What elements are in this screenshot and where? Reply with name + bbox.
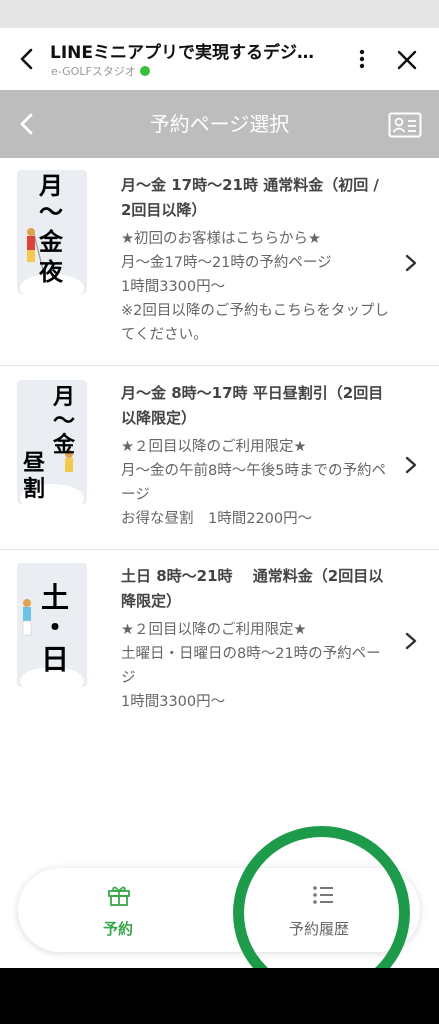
nav-back-icon[interactable] — [14, 109, 40, 139]
official-badge-icon — [139, 66, 150, 76]
thumb-char: ・ — [41, 611, 69, 644]
page-title: 予約ページ選択 — [149, 112, 290, 136]
item-description: ★初回のお客様はこちらから★ 月〜金17時〜21時の予約ページ 1時間3300円… — [121, 231, 389, 343]
item-heading: 月〜金 17時〜21時 通常料金（初回 / 2回目以降） — [121, 176, 379, 219]
system-bottom-bar — [0, 968, 439, 1024]
tab-reserve-label: 予約 — [102, 920, 133, 938]
miniapp-title: LINEミニアプリで実現するデジ… — [50, 43, 314, 63]
member-card-icon[interactable] — [388, 112, 422, 138]
thumb-char: 土 — [41, 581, 69, 614]
more-options-icon[interactable] — [350, 44, 374, 74]
thumb-char: 金 — [52, 432, 76, 458]
item-description: ★２回目以降のご利用限定★ 土曜日・日曜日の8時〜21時の予約ページ 1時間33… — [121, 622, 381, 710]
thumb-char: 割 — [23, 476, 45, 502]
item-text: 月〜金 8時〜17時 平日昼割引（2回目以降限定） ★２回目以降のご利用限定★ … — [121, 381, 391, 531]
thumb-char: 昼 — [23, 451, 46, 476]
item-heading: 土日 8時〜21時 通常料金（2回目以降限定） — [121, 567, 384, 610]
reservation-page-list: 月 〜 金 夜 月〜金 17時〜21時 通常料金（初回 / 2回目以降） ★初回… — [0, 158, 439, 740]
item-heading: 月〜金 8時〜17時 平日昼割引（2回目以降限定） — [121, 384, 384, 427]
item-text: 月〜金 17時〜21時 通常料金（初回 / 2回目以降） ★初回のお客様はこちら… — [121, 173, 391, 347]
status-bar — [0, 0, 439, 28]
list-item[interactable]: 月 〜 金 昼 割 月〜金 8時〜17時 平日昼割引（2回目以降限定） ★２回目… — [0, 366, 439, 550]
thumb-char: 金 — [38, 228, 64, 256]
close-icon[interactable] — [393, 46, 421, 74]
thumbnail-weekend: 土 ・ 日 — [17, 563, 87, 687]
miniapp-subtitle: e-GOLFスタジオ — [51, 63, 150, 79]
chevron-right-icon — [405, 254, 417, 272]
item-text: 土日 8時〜21時 通常料金（2回目以降限定） ★２回目以降のご利用限定★ 土曜… — [121, 564, 391, 714]
tab-reserve[interactable]: 予約 — [18, 868, 218, 952]
thumb-char: 〜 — [53, 409, 75, 434]
list-item[interactable]: 月 〜 金 夜 月〜金 17時〜21時 通常料金（初回 / 2回目以降） ★初回… — [0, 158, 439, 366]
account-name: e-GOLFスタジオ — [51, 65, 136, 78]
thumb-char: 月 — [38, 172, 63, 200]
miniapp-header: LINEミニアプリで実現するデジ… e-GOLFスタジオ — [0, 28, 439, 90]
chevron-right-icon — [405, 632, 417, 650]
page-nav-bar: 予約ページ選択 — [0, 90, 439, 158]
back-icon[interactable] — [14, 44, 40, 74]
thumbnail-weekday-daytime: 月 〜 金 昼 割 — [17, 380, 87, 504]
gift-icon — [108, 886, 130, 906]
thumb-char: 夜 — [38, 258, 64, 286]
thumb-char: 日 — [41, 643, 69, 676]
thumb-char: 月 — [52, 385, 75, 410]
item-description: ★２回目以降のご利用限定★ 月〜金の午前8時〜午後5時までの予約ページ お得な昼… — [121, 439, 386, 527]
thumbnail-weeknight: 月 〜 金 夜 — [17, 170, 87, 294]
chevron-right-icon — [405, 456, 417, 474]
list-item[interactable]: 土 ・ 日 土日 8時〜21時 通常料金（2回目以降限定） ★２回目以降のご利用… — [0, 550, 439, 740]
thumb-char: 〜 — [39, 198, 63, 226]
